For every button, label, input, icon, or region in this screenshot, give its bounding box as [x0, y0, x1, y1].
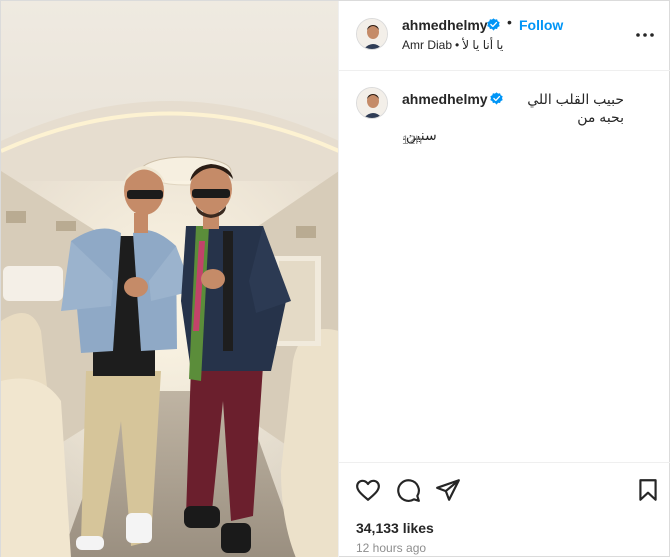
post-photo[interactable]	[1, 1, 338, 557]
instagram-post: ahmedhelmy • Follow Amr Diab • يا أنا يا ل…	[0, 0, 670, 557]
posted-time[interactable]: 12 hours ago	[356, 541, 426, 555]
caption-author-avatar[interactable]	[355, 87, 388, 119]
caption-line-1: حبيب القلب اللي بحبه من	[527, 91, 624, 125]
more-horizontal-icon[interactable]	[635, 25, 655, 45]
likes-count[interactable]: 34,133 likes	[356, 520, 434, 536]
caption-age[interactable]: 12h	[402, 133, 422, 147]
caption-line-2: سنين.	[401, 127, 437, 143]
post-header: ahmedhelmy • Follow Amr Diab • يا أنا يا ل…	[338, 1, 670, 71]
audio-track[interactable]: يا أنا يا لأ	[462, 38, 503, 52]
caption-text: حبيب القلب اللي بحبه من سنين.	[402, 90, 624, 144]
separator-dot: •	[506, 14, 512, 30]
author-avatar[interactable]	[355, 18, 388, 50]
share-icon[interactable]	[435, 477, 461, 503]
comment-icon[interactable]	[395, 477, 421, 503]
action-bar: 34,133 likes 12 hours ago	[338, 462, 670, 557]
heart-icon[interactable]	[355, 477, 381, 503]
follow-button[interactable]: Follow	[519, 17, 563, 33]
audio-artist[interactable]: Amr Diab	[402, 38, 452, 52]
bookmark-icon[interactable]	[635, 477, 661, 503]
audio-separator: •	[455, 38, 460, 52]
post-photo-illustration	[1, 1, 338, 557]
audio-info[interactable]: Amr Diab • يا أنا يا لأ	[402, 38, 503, 52]
verified-badge-icon	[487, 18, 500, 31]
post-side-panel: ahmedhelmy • Follow Amr Diab • يا أنا يا ل…	[337, 1, 670, 557]
author-username[interactable]: ahmedhelmy	[402, 17, 488, 33]
